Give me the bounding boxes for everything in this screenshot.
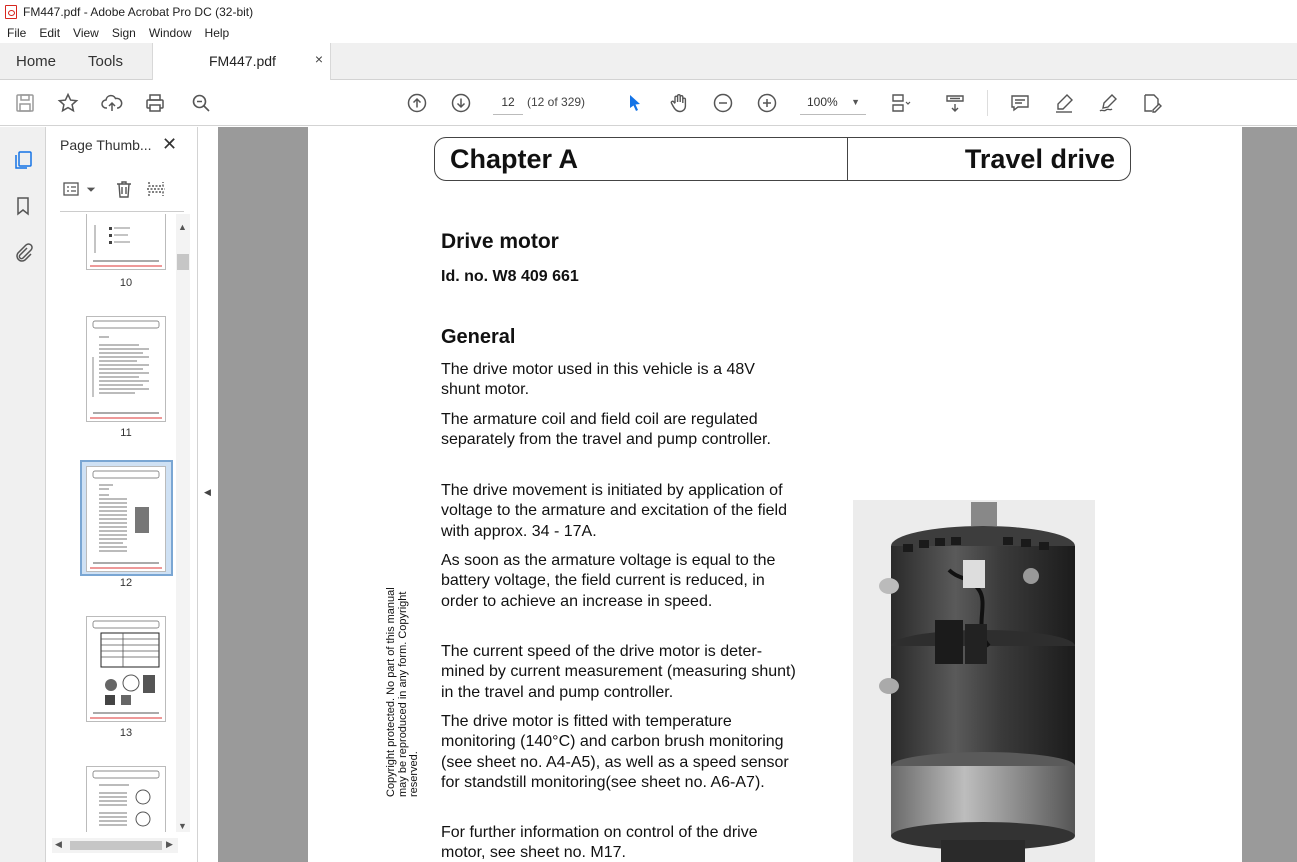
page-thumbnails-panel: Page Thumb... ✕ 10 11 12 13 ▲ ▼ ◀ ▶ [46, 127, 198, 862]
section-title: Travel drive [964, 144, 1115, 174]
bookmarks-icon[interactable] [11, 194, 35, 218]
pdf-page: Chapter A Travel drive Drive motor Id. n… [308, 127, 1242, 862]
select-cursor-icon[interactable] [623, 91, 647, 115]
zoom-search-icon[interactable] [189, 91, 213, 115]
acrobat-icon [5, 4, 17, 19]
highlight-pen-icon[interactable] [1052, 91, 1076, 115]
copyright-text: Copyright protected. No part of this man… [385, 587, 420, 797]
thumbnail-label: 12 [119, 577, 133, 589]
comment-icon[interactable] [1008, 91, 1032, 115]
page-number-input[interactable]: 12 [493, 91, 523, 115]
paragraph: The armature coil and field coil are reg… [441, 411, 771, 449]
window-title: FM447.pdf - Adobe Acrobat Pro DC (32-bit… [23, 4, 254, 19]
chapter-header: Chapter A Travel drive [434, 137, 1131, 181]
title-bar: FM447.pdf - Adobe Acrobat Pro DC (32-bit… [0, 0, 1297, 23]
toolbar: 12 (12 of 329) 100% ▼ [0, 80, 1297, 126]
chapter-label: Chapter A [450, 144, 579, 174]
thumbnail-label: 11 [120, 427, 132, 439]
menu-help[interactable]: Help [205, 26, 230, 40]
scroll-down-icon[interactable]: ▼ [178, 821, 187, 831]
chevron-down-icon[interactable] [84, 177, 98, 201]
navigation-rail [0, 127, 46, 862]
next-page-icon[interactable] [449, 91, 473, 115]
panel-toolbar [60, 177, 168, 201]
id-number: Id. no. W8 409 661 [441, 268, 579, 285]
paragraph: The current speed of the drive motor is … [441, 643, 796, 701]
paragraph: The drive motor used in this vehicle is … [441, 361, 755, 399]
tab-document-label: FM447.pdf [209, 53, 276, 69]
header-divider [847, 138, 848, 180]
menu-sign[interactable]: Sign [112, 26, 136, 40]
paragraph: The drive motor is fitted with temperatu… [441, 713, 789, 791]
print-icon[interactable] [143, 91, 167, 115]
copyright-notice: Copyright protected. No part of this man… [385, 577, 420, 797]
tab-strip: Home Tools FM447.pdf × [0, 43, 1297, 80]
tab-tools[interactable]: Tools [88, 43, 123, 80]
horizontal-scroll-thumb[interactable] [70, 841, 162, 850]
thumbnail-page[interactable] [86, 766, 166, 832]
paragraph: For further information on control of th… [441, 824, 758, 862]
zoom-in-icon[interactable] [755, 91, 779, 115]
zoom-level-value: 100% [807, 95, 838, 109]
paragraph: The drive movement is initiated by appli… [441, 482, 787, 540]
previous-page-icon[interactable] [405, 91, 429, 115]
menu-file[interactable]: File [7, 26, 26, 40]
thumbnail-scrollbar[interactable]: ▲ ▼ [176, 214, 190, 832]
paragraph: As soon as the armature voltage is equal… [441, 552, 776, 610]
panel-title: Page Thumb... [60, 137, 152, 153]
zoom-out-icon[interactable] [711, 91, 735, 115]
panel-collapse-strip[interactable]: ◀ [198, 127, 218, 862]
panel-divider [60, 211, 184, 212]
delete-page-icon[interactable] [112, 177, 136, 201]
page-thumbnails-icon[interactable] [11, 148, 35, 172]
draw-signature-icon[interactable] [1096, 91, 1120, 115]
scroll-right-icon[interactable]: ▶ [166, 839, 173, 850]
collapse-panel-icon[interactable]: ◀ [204, 487, 211, 498]
horizontal-scrollbar[interactable]: ◀ ▶ [52, 838, 178, 853]
thumbnail-page[interactable] [86, 214, 166, 270]
tab-document[interactable]: FM447.pdf × [152, 43, 331, 80]
scroll-up-icon[interactable]: ▲ [178, 222, 187, 232]
close-panel-icon[interactable]: ✕ [162, 134, 177, 155]
bookmark-star-icon[interactable] [56, 91, 80, 115]
hand-tool-icon[interactable] [667, 91, 691, 115]
thumbnail-page[interactable] [86, 316, 166, 422]
scroll-thumb[interactable] [177, 254, 189, 270]
scroll-left-icon[interactable]: ◀ [55, 839, 62, 850]
thumbnail-options-icon[interactable] [60, 177, 84, 201]
extract-pages-icon[interactable] [144, 177, 168, 201]
thumbnail-label: 10 [119, 277, 133, 289]
thumbnail-label: 13 [119, 727, 133, 739]
close-tab-icon[interactable]: × [315, 51, 323, 67]
sub-heading: General [441, 326, 516, 348]
menu-bar: File Edit View Sign Window Help [0, 23, 1297, 43]
menu-window[interactable]: Window [149, 26, 192, 40]
page-count: (12 of 329) [527, 95, 586, 109]
upload-cloud-icon[interactable] [100, 91, 124, 115]
menu-view[interactable]: View [73, 26, 99, 40]
toolbar-divider [987, 90, 988, 116]
zoom-level-select[interactable]: 100% ▼ [800, 91, 866, 115]
menu-edit[interactable]: Edit [39, 26, 60, 40]
page-display-icon[interactable] [889, 91, 913, 115]
thumbnail-page[interactable] [86, 616, 166, 722]
save-icon[interactable] [13, 91, 37, 115]
tab-home[interactable]: Home [16, 43, 56, 80]
scroll-mode-icon[interactable] [943, 91, 967, 115]
drive-motor-photo [853, 500, 1095, 862]
fill-sign-icon[interactable] [1140, 91, 1164, 115]
document-viewport[interactable]: Chapter A Travel drive Drive motor Id. n… [218, 127, 1297, 862]
thumbnail-list: 10 11 12 13 [46, 214, 176, 832]
attachments-icon[interactable] [11, 240, 35, 264]
thumbnail-page-current[interactable] [86, 466, 166, 572]
page-heading: Drive motor [441, 230, 559, 253]
chevron-down-icon: ▼ [851, 97, 860, 107]
